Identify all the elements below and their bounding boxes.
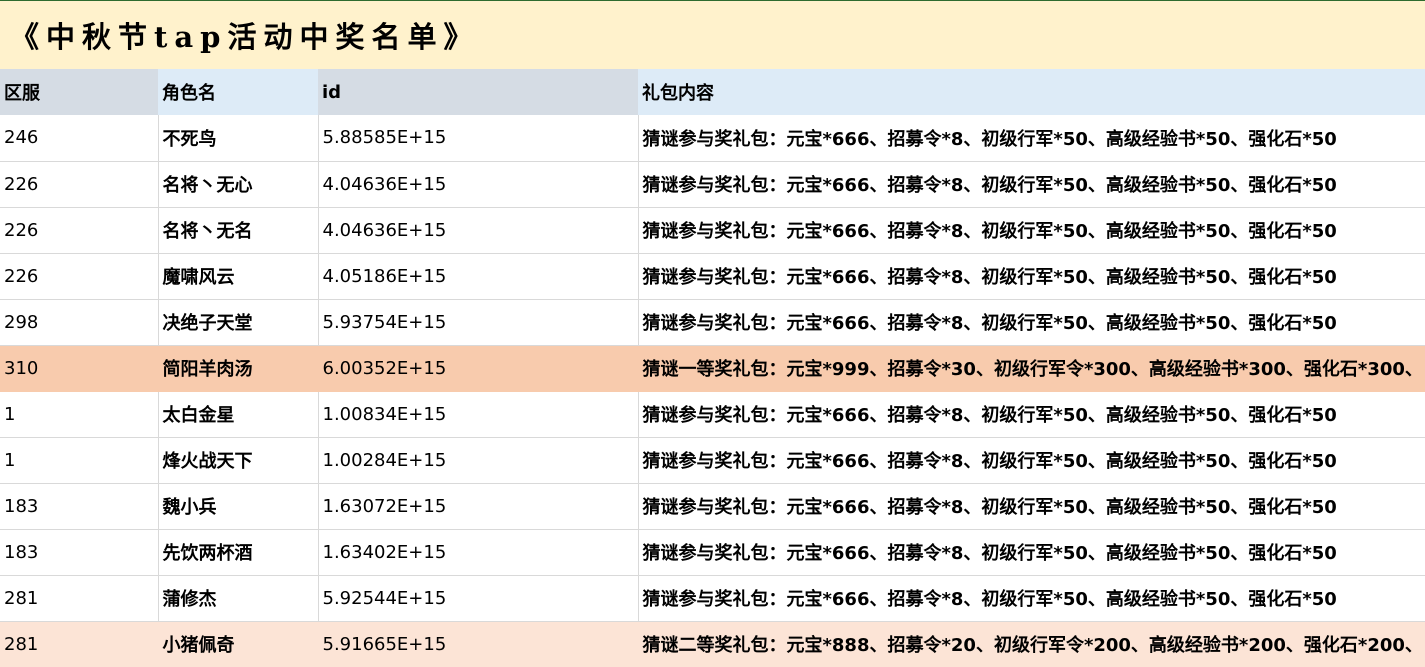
cell-gift[interactable]: 猜谜参与奖礼包：元宝*666、招募令*8、初级行军*50、高级经验书*50、强化…: [638, 575, 1425, 622]
column-header-server[interactable]: 区服: [0, 69, 158, 115]
cell-server[interactable]: 226: [0, 207, 159, 254]
cell-server[interactable]: 1: [0, 391, 159, 438]
table-row: 1 烽火战天下 1.00284E+15 猜谜参与奖礼包：元宝*666、招募令*8…: [0, 437, 1425, 484]
cell-id[interactable]: 4.04636E+15: [318, 207, 639, 254]
column-header-id[interactable]: id: [318, 69, 638, 115]
cell-role-name[interactable]: 名将丶无名: [158, 207, 319, 254]
cell-server[interactable]: 310: [0, 345, 159, 392]
table-row: 298 决绝子天堂 5.93754E+15 猜谜参与奖礼包：元宝*666、招募令…: [0, 299, 1425, 346]
cell-gift[interactable]: 猜谜参与奖礼包：元宝*666、招募令*8、初级行军*50、高级经验书*50、强化…: [638, 161, 1425, 208]
cell-id[interactable]: 4.04636E+15: [318, 161, 639, 208]
cell-role-name[interactable]: 蒲修杰: [158, 575, 319, 622]
cell-role-name[interactable]: 简阳羊肉汤: [158, 345, 319, 392]
cell-role-name[interactable]: 魔啸风云: [158, 253, 319, 300]
spreadsheet: 《中秋节tap活动中奖名单》 区服 角色名 id 礼包内容 246 不死鸟 5.…: [0, 0, 1425, 667]
page-title: 《中秋节tap活动中奖名单》: [10, 20, 480, 54]
cell-gift[interactable]: 猜谜一等奖礼包：元宝*999、招募令*30、初级行军令*300、高级经验书*30…: [638, 345, 1425, 392]
cell-role-name[interactable]: 先饮两杯酒: [158, 529, 319, 576]
cell-id[interactable]: 1.00284E+15: [318, 437, 639, 484]
cell-gift[interactable]: 猜谜参与奖礼包：元宝*666、招募令*8、初级行军*50、高级经验书*50、强化…: [638, 253, 1425, 300]
cell-role-name[interactable]: 名将丶无心: [158, 161, 319, 208]
cell-server[interactable]: 281: [0, 575, 159, 622]
cell-server[interactable]: 183: [0, 483, 159, 530]
table-row: 1 太白金星 1.00834E+15 猜谜参与奖礼包：元宝*666、招募令*8、…: [0, 391, 1425, 438]
cell-server[interactable]: 226: [0, 253, 159, 300]
cell-role-name[interactable]: 决绝子天堂: [158, 299, 319, 346]
table-row: 226 名将丶无名 4.04636E+15 猜谜参与奖礼包：元宝*666、招募令…: [0, 207, 1425, 254]
column-header-role-name[interactable]: 角色名: [158, 69, 318, 115]
cell-gift[interactable]: 猜谜参与奖礼包：元宝*666、招募令*8、初级行军*50、高级经验书*50、强化…: [638, 437, 1425, 484]
cell-id[interactable]: 1.00834E+15: [318, 391, 639, 438]
cell-id[interactable]: 5.93754E+15: [318, 299, 639, 346]
cell-gift[interactable]: 猜谜参与奖礼包：元宝*666、招募令*8、初级行军*50、高级经验书*50、强化…: [638, 299, 1425, 346]
cell-server[interactable]: 183: [0, 529, 159, 576]
table-row: 183 魏小兵 1.63072E+15 猜谜参与奖礼包：元宝*666、招募令*8…: [0, 483, 1425, 530]
cell-server[interactable]: 1: [0, 437, 159, 484]
cell-role-name[interactable]: 魏小兵: [158, 483, 319, 530]
table-row: 183 先饮两杯酒 1.63402E+15 猜谜参与奖礼包：元宝*666、招募令…: [0, 529, 1425, 576]
cell-gift[interactable]: 猜谜参与奖礼包：元宝*666、招募令*8、初级行军*50、高级经验书*50、强化…: [638, 483, 1425, 530]
cell-role-name[interactable]: 不死鸟: [158, 115, 319, 162]
table-row: 246 不死鸟 5.88585E+15 猜谜参与奖礼包：元宝*666、招募令*8…: [0, 115, 1425, 162]
cell-server[interactable]: 298: [0, 299, 159, 346]
cell-id[interactable]: 5.92544E+15: [318, 575, 639, 622]
table-row-first-prize: 310 简阳羊肉汤 6.00352E+15 猜谜一等奖礼包：元宝*999、招募令…: [0, 345, 1425, 392]
header-row: 区服 角色名 id 礼包内容: [0, 69, 1425, 115]
table-row: 226 魔啸风云 4.05186E+15 猜谜参与奖礼包：元宝*666、招募令*…: [0, 253, 1425, 300]
cell-server[interactable]: 226: [0, 161, 159, 208]
table-row-second-prize: 281 小猪佩奇 5.91665E+15 猜谜二等奖礼包：元宝*888、招募令*…: [0, 621, 1425, 667]
cell-id[interactable]: 5.88585E+15: [318, 115, 639, 162]
cell-role-name[interactable]: 小猪佩奇: [158, 621, 319, 667]
cell-id[interactable]: 4.05186E+15: [318, 253, 639, 300]
winners-table: 区服 角色名 id 礼包内容 246 不死鸟 5.88585E+15 猜谜参与奖…: [0, 69, 1425, 667]
cell-gift[interactable]: 猜谜参与奖礼包：元宝*666、招募令*8、初级行军*50、高级经验书*50、强化…: [638, 391, 1425, 438]
cell-role-name[interactable]: 太白金星: [158, 391, 319, 438]
cell-gift[interactable]: 猜谜参与奖礼包：元宝*666、招募令*8、初级行军*50、高级经验书*50、强化…: [638, 207, 1425, 254]
title-banner: 《中秋节tap活动中奖名单》: [0, 1, 1425, 69]
cell-id[interactable]: 1.63072E+15: [318, 483, 639, 530]
cell-gift[interactable]: 猜谜参与奖礼包：元宝*666、招募令*8、初级行军*50、高级经验书*50、强化…: [638, 529, 1425, 576]
cell-id[interactable]: 6.00352E+15: [318, 345, 639, 392]
cell-gift[interactable]: 猜谜参与奖礼包：元宝*666、招募令*8、初级行军*50、高级经验书*50、强化…: [638, 115, 1425, 162]
cell-server[interactable]: 246: [0, 115, 159, 162]
cell-role-name[interactable]: 烽火战天下: [158, 437, 319, 484]
cell-gift[interactable]: 猜谜二等奖礼包：元宝*888、招募令*20、初级行军令*200、高级经验书*20…: [638, 621, 1425, 667]
table-row: 281 蒲修杰 5.92544E+15 猜谜参与奖礼包：元宝*666、招募令*8…: [0, 575, 1425, 622]
cell-id[interactable]: 5.91665E+15: [318, 621, 639, 667]
column-header-gift[interactable]: 礼包内容: [638, 69, 1425, 115]
cell-server[interactable]: 281: [0, 621, 159, 667]
table-row: 226 名将丶无心 4.04636E+15 猜谜参与奖礼包：元宝*666、招募令…: [0, 161, 1425, 208]
cell-id[interactable]: 1.63402E+15: [318, 529, 639, 576]
